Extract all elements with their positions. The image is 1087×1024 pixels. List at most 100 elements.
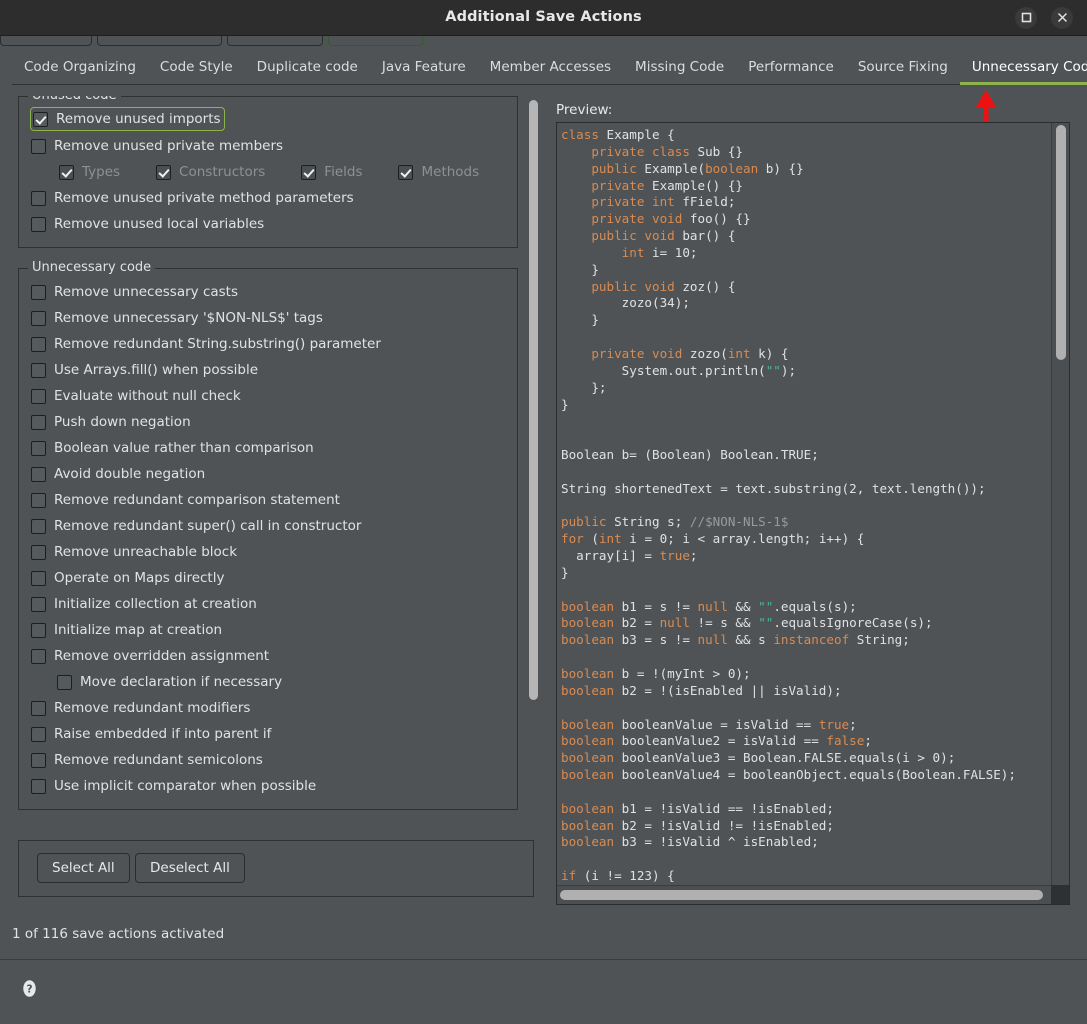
maximize-button[interactable] xyxy=(1015,7,1037,29)
preview-horizontal-scrollbar[interactable] xyxy=(557,885,1051,904)
code-line: array[i] = true; xyxy=(561,548,698,564)
checkbox-remove-unreachable-block[interactable]: Remove unreachable block xyxy=(27,539,509,565)
tab-duplicate-code[interactable]: Duplicate code xyxy=(245,52,370,85)
options-vertical-scrollbar[interactable] xyxy=(526,96,540,840)
checkbox-use-implicit-comparator-when-possible[interactable]: Use implicit comparator when possible xyxy=(27,773,509,799)
checkbox-boolean-value-rather-than-comparison[interactable]: Boolean value rather than comparison xyxy=(27,435,509,461)
checkbox-icon[interactable] xyxy=(31,726,46,742)
code-line: } xyxy=(561,396,569,412)
checkbox-label: Avoid double negation xyxy=(54,466,206,482)
checkbox-icon[interactable] xyxy=(57,674,72,690)
checkbox-remove-unused-private-method-parameters[interactable]: Remove unused private method parameters xyxy=(27,185,509,211)
preview-label: Preview: xyxy=(556,102,613,118)
code-line: private Example() {} xyxy=(561,177,743,193)
checkbox-icon[interactable] xyxy=(31,414,46,430)
preview-hscrollbar-thumb[interactable] xyxy=(560,890,1043,900)
checkbox-icon[interactable] xyxy=(33,111,48,127)
code-line: boolean b = !(myInt > 0); xyxy=(561,666,751,681)
checkbox-icon[interactable] xyxy=(398,164,414,180)
tab-code-style[interactable]: Code Style xyxy=(148,52,245,85)
tab-performance[interactable]: Performance xyxy=(736,52,846,85)
checkbox-initialize-map-at-creation[interactable]: Initialize map at creation xyxy=(27,617,509,643)
checkbox-icon[interactable] xyxy=(31,336,46,352)
checkbox-remove-unused-imports[interactable]: Remove unused imports xyxy=(30,107,225,131)
preview-vscrollbar-thumb[interactable] xyxy=(1056,125,1066,360)
checkbox-avoid-double-negation[interactable]: Avoid double negation xyxy=(27,461,509,487)
checkbox-icon[interactable] xyxy=(301,164,317,180)
checkbox-remove-overridden-assignment[interactable]: Remove overridden assignment xyxy=(27,643,509,669)
preview-vertical-scrollbar[interactable] xyxy=(1051,123,1069,885)
checkbox-use-arrays-fill-when-possible[interactable]: Use Arrays.fill() when possible xyxy=(27,357,509,383)
options-scrollbar-thumb[interactable] xyxy=(529,100,538,700)
checkbox-icon[interactable] xyxy=(31,544,46,560)
checkbox-remove-redundant-string-substring-parameter[interactable]: Remove redundant String.substring() para… xyxy=(27,331,509,357)
code-line: boolean booleanValue3 = Boolean.FALSE.eq… xyxy=(561,750,956,766)
checkbox-icon[interactable] xyxy=(31,466,46,482)
checkbox-methods[interactable]: Methods xyxy=(398,164,479,180)
tab-member-accesses[interactable]: Member Accesses xyxy=(478,52,623,85)
code-line: System.out.println(""); xyxy=(561,362,797,378)
checkbox-remove-redundant-comparison-statement[interactable]: Remove redundant comparison statement xyxy=(27,487,509,513)
code-line: } xyxy=(561,564,569,580)
status-text: 1 of 116 save actions activated xyxy=(12,926,225,942)
checkbox-remove-unnecessary-casts[interactable]: Remove unnecessary casts xyxy=(27,279,509,305)
checkbox-types[interactable]: Types xyxy=(59,164,120,180)
checkbox-label: Remove unused private members xyxy=(54,138,284,154)
checkbox-icon[interactable] xyxy=(31,284,46,300)
code-line: public void bar() { xyxy=(561,228,736,244)
tab-missing-code[interactable]: Missing Code xyxy=(623,52,736,85)
code-line: Boolean b= (Boolean) Boolean.TRUE; xyxy=(561,447,819,463)
code-line: boolean b1 = !isValid == !isEnabled; xyxy=(561,800,834,816)
help-icon[interactable]: ? xyxy=(20,979,39,998)
tab-java-feature[interactable]: Java Feature xyxy=(370,52,478,85)
code-preview-area[interactable]: class Example { private class Sub {} pub… xyxy=(557,123,1051,885)
checkbox-icon[interactable] xyxy=(31,492,46,508)
checkbox-fields[interactable]: Fields xyxy=(301,164,362,180)
checkbox-remove-redundant-semicolons[interactable]: Remove redundant semicolons xyxy=(27,747,509,773)
checkbox-icon[interactable] xyxy=(31,648,46,664)
checkbox-icon[interactable] xyxy=(31,622,46,638)
checkbox-remove-redundant-super-call-in-constructor[interactable]: Remove redundant super() call in constru… xyxy=(27,513,509,539)
checkbox-icon[interactable] xyxy=(31,138,46,154)
checkbox-icon[interactable] xyxy=(31,778,46,794)
checkbox-label: Remove unnecessary '$NON-NLS$' tags xyxy=(54,310,323,326)
checkbox-remove-unused-local-variables[interactable]: Remove unused local variables xyxy=(27,211,509,237)
checkbox-move-declaration-if-necessary[interactable]: Move declaration if necessary xyxy=(27,669,509,695)
checkbox-constructors[interactable]: Constructors xyxy=(156,164,265,180)
checkbox-evaluate-without-null-check[interactable]: Evaluate without null check xyxy=(27,383,509,409)
checkbox-icon[interactable] xyxy=(31,362,46,378)
checkbox-operate-on-maps-directly[interactable]: Operate on Maps directly xyxy=(27,565,509,591)
checkbox-icon[interactable] xyxy=(31,388,46,404)
checkbox-icon[interactable] xyxy=(31,596,46,612)
checkbox-push-down-negation[interactable]: Push down negation xyxy=(27,409,509,435)
checkbox-icon[interactable] xyxy=(31,440,46,456)
checkbox-icon[interactable] xyxy=(156,164,172,180)
checkbox-initialize-collection-at-creation[interactable]: Initialize collection at creation xyxy=(27,591,509,617)
tab-source-fixing[interactable]: Source Fixing xyxy=(846,52,960,85)
checkbox-icon[interactable] xyxy=(31,700,46,716)
title-bar: Additional Save Actions xyxy=(0,0,1087,36)
checkbox-remove-unused-private-members[interactable]: Remove unused private members xyxy=(27,133,509,159)
checkbox-icon[interactable] xyxy=(31,190,46,206)
deselect-all-button[interactable]: Deselect All xyxy=(135,853,245,883)
checkbox-icon[interactable] xyxy=(31,570,46,586)
checkbox-icon[interactable] xyxy=(59,164,74,180)
group-unnecessary-code: Unnecessary code Remove unnecessary casts… xyxy=(18,260,518,810)
tab-code-organizing[interactable]: Code Organizing xyxy=(12,52,148,85)
code-line: boolean b2 = !isValid != !isEnabled; xyxy=(561,817,834,833)
checkbox-label: Remove redundant semicolons xyxy=(54,752,263,768)
tab-unnecessary-code[interactable]: Unnecessary Code xyxy=(959,52,1087,85)
checkbox-icon[interactable] xyxy=(31,216,46,232)
checkbox-raise-embedded-if-into-parent-if[interactable]: Raise embedded if into parent if xyxy=(27,721,509,747)
close-button[interactable] xyxy=(1051,7,1073,29)
checkbox-icon[interactable] xyxy=(31,310,46,326)
checkbox-remove-redundant-modifiers[interactable]: Remove redundant modifiers xyxy=(27,695,509,721)
checkbox-icon[interactable] xyxy=(31,752,46,768)
checkbox-remove-unnecessary-non-nls-tags[interactable]: Remove unnecessary '$NON-NLS$' tags xyxy=(27,305,509,331)
select-all-button[interactable]: Select All xyxy=(37,853,130,883)
checkbox-icon[interactable] xyxy=(31,518,46,534)
